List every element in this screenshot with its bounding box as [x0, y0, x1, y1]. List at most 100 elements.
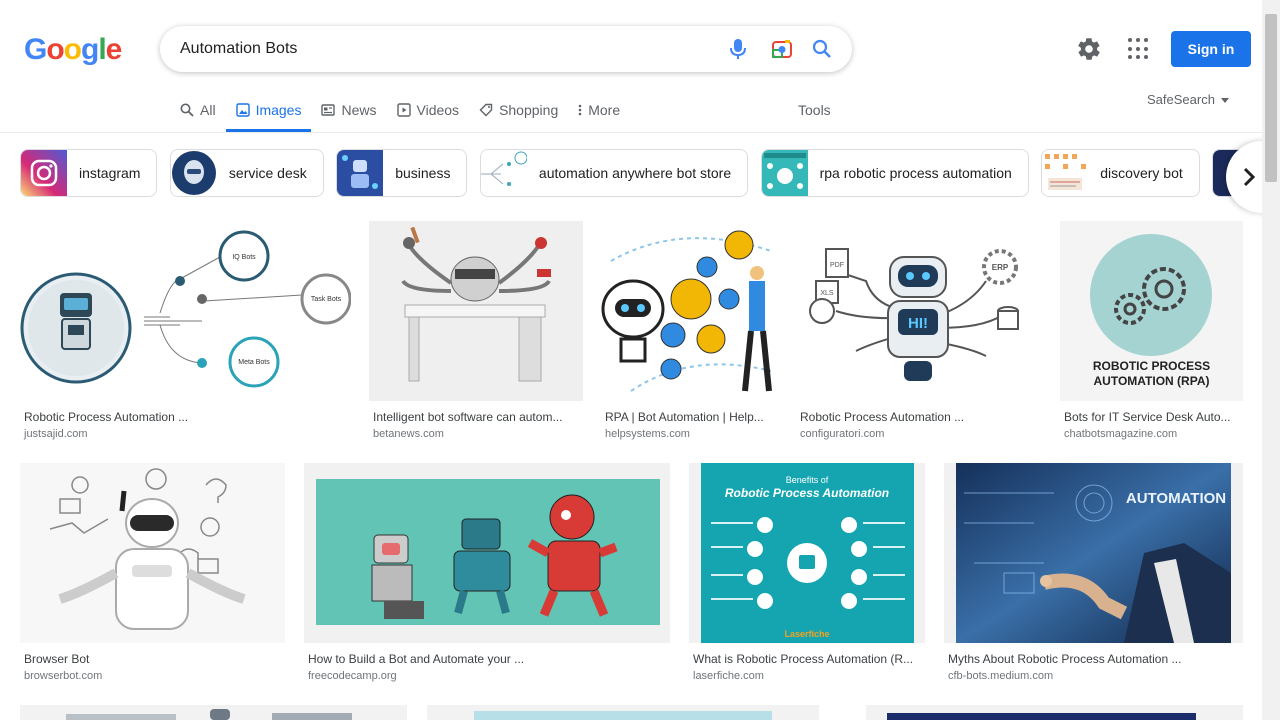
microphone-icon[interactable] [726, 37, 750, 61]
erp-label: ERP [992, 263, 1009, 272]
result-source: cfb-bots.medium.com [948, 670, 1054, 682]
search-icon [180, 103, 194, 117]
task-bots-label: Task Bots [311, 296, 342, 303]
result-source: laserfiche.com [693, 670, 764, 682]
tab-all[interactable]: All [170, 92, 226, 128]
image-result[interactable]: Intelligent bot software can autom... be… [369, 221, 583, 443]
result-title[interactable]: Robotic Process Automation ... [24, 410, 344, 424]
safesearch-label: SafeSearch [1147, 92, 1215, 107]
laserfiche-brand: Laserfiche [784, 629, 829, 639]
result-title[interactable]: How to Build a Bot and Automate your ... [308, 652, 664, 666]
safesearch-dropdown[interactable]: SafeSearch [1147, 92, 1229, 107]
meta-bots-label: Meta Bots [238, 359, 270, 366]
chip-label: instagram [79, 165, 141, 181]
result-title[interactable]: RPA | Bot Automation | Help... [605, 410, 775, 424]
image-result[interactable]: ROBOTIC PROCESS AUTOMATION (RPA) Bots fo… [1060, 221, 1243, 443]
tab-label: Videos [416, 102, 460, 118]
tab-shopping[interactable]: Shopping [469, 92, 568, 128]
tab-more[interactable]: More [568, 92, 630, 128]
search-icon[interactable] [810, 37, 834, 61]
logo-letter: G [24, 33, 47, 66]
logo-letter: l [98, 33, 106, 66]
image-result[interactable]: Benefits of Robotic Process Automation L… [689, 463, 925, 685]
result-thumbnail: HI! PDF XLS ERP [796, 221, 1041, 401]
image-result-partial[interactable] [427, 705, 819, 720]
chip-service-desk[interactable]: service desk [169, 149, 324, 197]
search-box [160, 26, 852, 72]
tab-label: Images [255, 102, 302, 118]
chip-label: service desk [228, 165, 307, 181]
tab-videos[interactable]: Videos [387, 92, 470, 128]
result-thumbnail [601, 221, 778, 401]
result-source: chatbotsmagazine.com [1064, 428, 1178, 440]
header-divider [0, 132, 1262, 133]
tab-label: More [588, 102, 621, 118]
image-result-partial[interactable] [866, 705, 1243, 720]
benefits-heading: Benefits of [786, 475, 829, 485]
result-title[interactable]: Robotic Process Automation ... [800, 410, 1036, 424]
rpa-caption: ROBOTIC PROCESS AUTOMATION (RPA) [1092, 359, 1211, 388]
scrollbar-thumb[interactable] [1265, 14, 1277, 182]
logo-letter: o [46, 33, 64, 66]
tab-news[interactable]: News [311, 92, 386, 128]
video-icon [396, 103, 411, 117]
search-tabs: All Images News Videos Shopping More [170, 92, 630, 132]
settings-gear-icon[interactable] [1076, 36, 1102, 62]
result-source: justsajid.com [24, 428, 88, 440]
image-result[interactable]: HI! PDF XLS ERP Robotic Process Automati… [796, 221, 1041, 443]
result-title[interactable]: Browser Bot [24, 652, 280, 666]
iq-bots-label: IQ Bots [232, 254, 256, 261]
chip-label: discovery bot [1100, 165, 1183, 181]
image-result[interactable]: AUTOMATION Myths About Robotic Process A… [944, 463, 1243, 685]
result-thumbnail: ROBOTIC PROCESS AUTOMATION (RPA) [1060, 221, 1243, 401]
related-chips: instagram service desk business automati… [20, 149, 1262, 197]
result-thumbnail: Benefits of Robotic Process Automation L… [689, 463, 925, 643]
image-result[interactable]: How to Build a Bot and Automate your ...… [304, 463, 670, 685]
result-source: browserbot.com [24, 670, 103, 682]
chip-thumbnail [170, 150, 217, 196]
result-title[interactable]: Bots for IT Service Desk Auto... [1064, 410, 1240, 424]
result-source: freecodecamp.org [308, 670, 397, 682]
pdf-label: PDF [830, 262, 844, 269]
tab-label: News [341, 102, 377, 118]
result-title[interactable]: Myths About Robotic Process Automation .… [948, 652, 1238, 666]
result-thumbnail [304, 463, 670, 643]
result-title[interactable]: Intelligent bot software can autom... [373, 410, 579, 424]
news-icon [321, 104, 336, 116]
tools-button[interactable]: Tools [798, 102, 831, 118]
result-source: betanews.com [373, 428, 444, 440]
chip-rpa-robotic-process-automation[interactable]: rpa robotic process automation [760, 149, 1029, 197]
chip-instagram[interactable]: instagram [20, 149, 158, 197]
image-result-partial[interactable] [20, 705, 407, 720]
hi-label: HI! [908, 315, 928, 332]
logo-letter: e [105, 33, 123, 66]
apps-grid-icon[interactable] [1128, 38, 1150, 60]
result-thumbnail: AUTOMATION [944, 463, 1243, 643]
result-title[interactable]: What is Robotic Process Automation (R... [693, 652, 921, 666]
result-thumbnail [369, 221, 583, 401]
chip-label: automation anywhere bot store [538, 165, 732, 181]
camera-lens-icon[interactable] [770, 37, 794, 61]
tab-images[interactable]: Images [225, 92, 312, 132]
chip-thumbnail [1042, 150, 1089, 196]
image-result[interactable]: RPA | Bot Automation | Help... helpsyste… [601, 221, 778, 443]
tag-icon [479, 103, 493, 117]
xls-label: XLS [820, 290, 834, 297]
image-result[interactable]: IQ Bots Task Bots Meta Bots Robotic Proc… [20, 221, 351, 443]
image-result[interactable]: Browser Bot browserbot.com [20, 463, 285, 685]
chip-thumbnail [480, 150, 527, 196]
chip-thumbnail [761, 150, 808, 196]
image-icon [235, 103, 250, 117]
sign-in-button[interactable]: Sign in [1171, 31, 1251, 67]
google-logo[interactable]: Google [24, 33, 123, 67]
logo-letter: o [63, 33, 82, 66]
automation-word: AUTOMATION [1126, 490, 1226, 507]
result-thumbnail: IQ Bots Task Bots Meta Bots [20, 221, 351, 401]
chip-automation-anywhere-bot-store[interactable]: automation anywhere bot store [479, 149, 749, 197]
chip-discovery-bot[interactable]: discovery bot [1041, 149, 1200, 197]
chip-business[interactable]: business [336, 149, 468, 197]
chip-label: rpa robotic process automation [819, 165, 1012, 181]
chip-thumbnail [337, 150, 384, 196]
result-source: configuratori.com [800, 428, 885, 440]
search-input[interactable] [180, 26, 700, 72]
